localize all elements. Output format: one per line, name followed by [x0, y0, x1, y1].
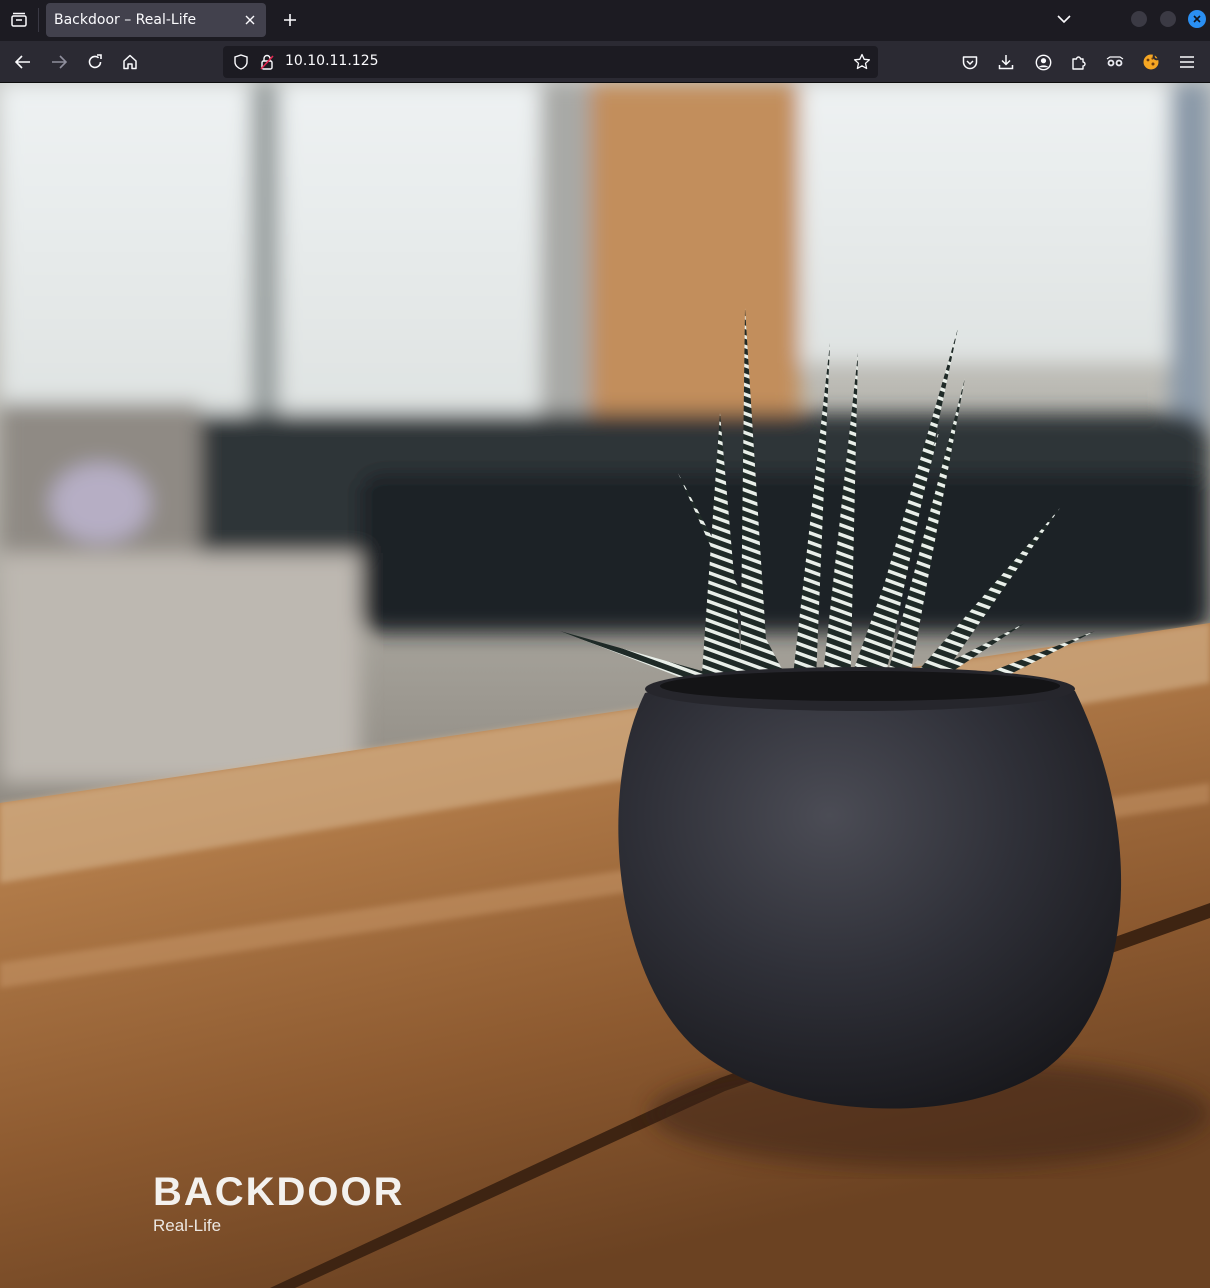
shield-icon[interactable]: [231, 52, 251, 72]
glasses-extension-icon[interactable]: [1102, 49, 1128, 75]
tab-title: Backdoor – Real-Life: [54, 12, 197, 28]
home-icon[interactable]: [117, 49, 143, 75]
tab-strip: Backdoor – Real-Life: [0, 0, 1210, 41]
star-icon[interactable]: [852, 52, 872, 72]
window-close-button[interactable]: [1188, 10, 1206, 28]
cookie-extension-icon[interactable]: [1138, 49, 1164, 75]
site-title[interactable]: BACKDOOR: [153, 1170, 405, 1215]
account-icon[interactable]: [1030, 49, 1056, 75]
address-bar[interactable]: 10.10.11.125: [223, 46, 878, 78]
reload-icon[interactable]: [82, 49, 108, 75]
maximize-button[interactable]: [1160, 11, 1176, 27]
close-icon[interactable]: [240, 10, 260, 30]
site-tagline: Real-Life: [153, 1216, 222, 1235]
divider: [38, 8, 39, 32]
chevron-down-icon[interactable]: [1052, 7, 1076, 31]
puzzle-icon[interactable]: [1066, 49, 1092, 75]
minimize-button[interactable]: [1131, 11, 1147, 27]
insecure-lock-icon[interactable]: [257, 52, 277, 72]
hamburger-menu-icon[interactable]: [1174, 49, 1200, 75]
navigation-toolbar: 10.10.11.125: [0, 41, 1210, 83]
download-icon[interactable]: [993, 49, 1019, 75]
plus-icon[interactable]: [277, 7, 303, 33]
forward-arrow-icon[interactable]: [46, 49, 72, 75]
back-arrow-icon[interactable]: [10, 49, 36, 75]
pocket-icon[interactable]: [957, 49, 983, 75]
url-text[interactable]: 10.10.11.125: [285, 53, 379, 69]
hero-image: [0, 83, 1210, 1288]
list-all-tabs-icon[interactable]: [6, 8, 32, 32]
tab-active[interactable]: Backdoor – Real-Life: [46, 3, 266, 37]
page-viewport: BACKDOOR Real-Life: [0, 83, 1210, 1288]
